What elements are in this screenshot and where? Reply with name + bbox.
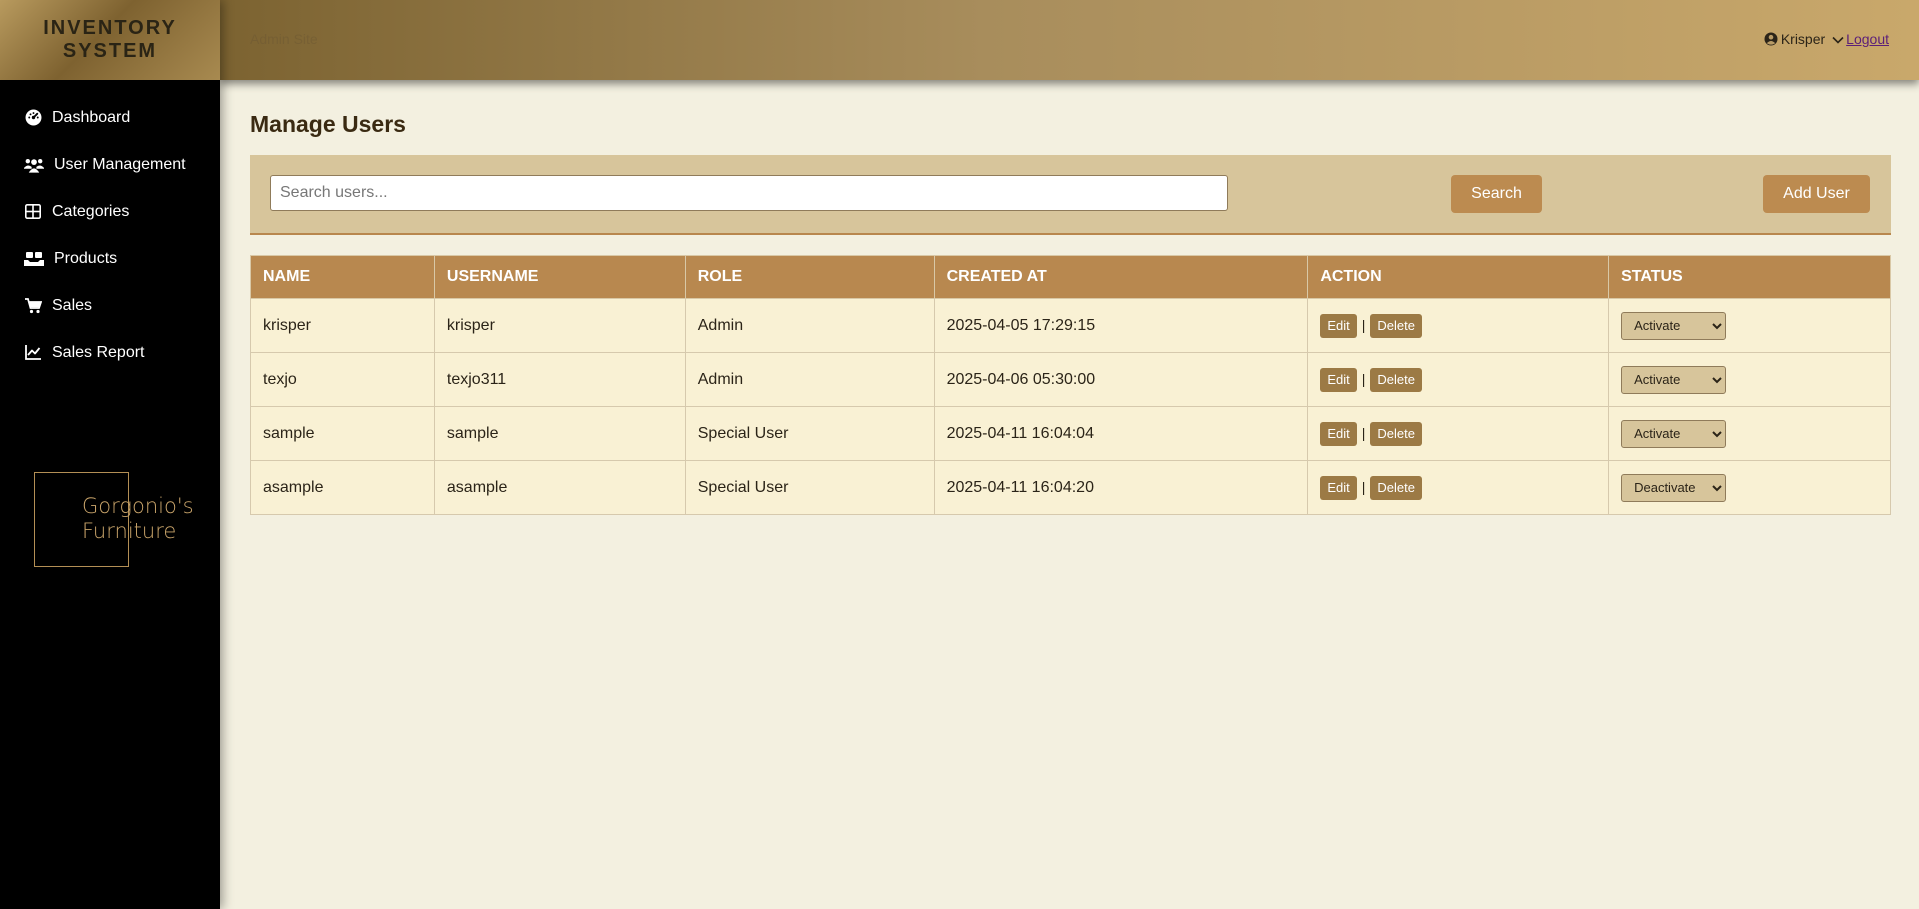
table-row: asample asample Special User 2025-04-11 … <box>250 460 1891 515</box>
site-subtitle: Admin Site <box>250 31 318 47</box>
cell-action: Edit | Delete <box>1307 352 1610 407</box>
cell-status: Activate <box>1608 406 1891 461</box>
cell-created-at: 2025-04-05 17:29:15 <box>933 298 1309 353</box>
cell-username: sample <box>433 406 686 461</box>
cell-role: Special User <box>684 406 935 461</box>
main-content: Manage Users Search Add User NAME USERNA… <box>250 80 1891 515</box>
edit-button[interactable]: Edit <box>1320 421 1357 446</box>
column-header-created-at: CREATED AT <box>933 255 1309 299</box>
add-user-button[interactable]: Add User <box>1763 175 1870 213</box>
edit-button[interactable]: Edit <box>1320 313 1357 338</box>
delete-button[interactable]: Delete <box>1370 313 1422 338</box>
sidebar-item-label: Dashboard <box>52 108 131 126</box>
delete-button[interactable]: Delete <box>1370 421 1422 446</box>
brand-line-2: SYSTEM <box>62 40 158 62</box>
sidebar-item-dashboard[interactable]: Dashboard <box>0 94 220 141</box>
boxes-icon <box>24 250 44 268</box>
status-select[interactable]: Activate <box>1621 365 1727 394</box>
status-select[interactable]: Activate <box>1621 311 1727 340</box>
cell-role: Admin <box>684 298 935 353</box>
sidebar-item-label: Sales <box>52 296 93 314</box>
cell-role: Special User <box>684 460 935 515</box>
cell-action: Edit | Delete <box>1307 406 1610 461</box>
grid-icon <box>24 203 42 221</box>
sidebar: INVENTORY SYSTEM Dashboard User Manageme… <box>0 0 220 909</box>
column-header-name: NAME <box>250 255 435 299</box>
sidebar-item-sales[interactable]: Sales <box>0 282 220 329</box>
table-row: texjo texjo311 Admin 2025-04-06 05:30:00… <box>250 352 1891 407</box>
company-logo: Gorgonio's Furniture <box>82 494 194 544</box>
status-select[interactable]: Deactivate <box>1621 473 1727 502</box>
user-circle-icon <box>1764 32 1778 46</box>
column-header-role: ROLE <box>684 255 935 299</box>
cell-name: krisper <box>250 298 435 353</box>
cell-status: Activate <box>1608 298 1891 353</box>
users-icon <box>24 156 44 174</box>
cell-name: sample <box>250 406 435 461</box>
cart-icon <box>24 297 42 315</box>
action-separator: | <box>1361 317 1366 333</box>
page-title: Manage Users <box>250 111 406 137</box>
cell-username: texjo311 <box>433 352 686 407</box>
cell-created-at: 2025-04-11 16:04:20 <box>933 460 1309 515</box>
sidebar-nav: Dashboard User Management Categories Pro… <box>0 80 220 376</box>
brand-line-1: INVENTORY <box>43 17 177 39</box>
chevron-down-icon[interactable] <box>1832 33 1844 45</box>
delete-button[interactable]: Delete <box>1370 367 1422 392</box>
logo-line-1: Gorgonio's <box>82 494 194 518</box>
action-separator: | <box>1361 371 1366 387</box>
cell-action: Edit | Delete <box>1307 460 1610 515</box>
sidebar-item-label: Categories <box>52 202 130 220</box>
cell-name: texjo <box>250 352 435 407</box>
cell-username: krisper <box>433 298 686 353</box>
sidebar-item-label: Sales Report <box>52 343 145 361</box>
table-row: krisper krisper Admin 2025-04-05 17:29:1… <box>250 298 1891 353</box>
action-separator: | <box>1361 425 1366 441</box>
sidebar-item-categories[interactable]: Categories <box>0 188 220 235</box>
edit-button[interactable]: Edit <box>1320 475 1357 500</box>
logout-link[interactable]: Logout <box>1846 31 1889 47</box>
search-button[interactable]: Search <box>1451 175 1542 213</box>
top-bar: Admin Site Krisper Logout <box>220 0 1919 80</box>
user-name[interactable]: Krisper <box>1781 31 1825 47</box>
gauge-icon <box>24 109 42 127</box>
edit-button[interactable]: Edit <box>1320 367 1357 392</box>
users-table: NAME USERNAME ROLE CREATED AT ACTION STA… <box>250 255 1891 515</box>
cell-username: asample <box>433 460 686 515</box>
search-input[interactable] <box>270 175 1228 211</box>
sidebar-item-label: Products <box>54 249 118 267</box>
column-header-action: ACTION <box>1307 255 1610 299</box>
status-select[interactable]: Activate <box>1621 419 1727 448</box>
cell-role: Admin <box>684 352 935 407</box>
cell-created-at: 2025-04-06 05:30:00 <box>933 352 1309 407</box>
logo-line-2: Furniture <box>82 519 177 543</box>
search-toolbar: Search Add User <box>250 155 1891 235</box>
chart-line-icon <box>24 344 42 362</box>
user-menu: Krisper Logout <box>1764 31 1889 47</box>
cell-name: asample <box>250 460 435 515</box>
sidebar-item-user-management[interactable]: User Management <box>0 141 220 188</box>
action-separator: | <box>1361 479 1366 495</box>
column-header-status: STATUS <box>1608 255 1891 299</box>
sidebar-item-sales-report[interactable]: Sales Report <box>0 329 220 376</box>
sidebar-item-label: User Management <box>54 155 186 173</box>
sidebar-item-products[interactable]: Products <box>0 235 220 282</box>
brand-title: INVENTORY SYSTEM <box>0 0 220 80</box>
cell-action: Edit | Delete <box>1307 298 1610 353</box>
table-row: sample sample Special User 2025-04-11 16… <box>250 406 1891 461</box>
delete-button[interactable]: Delete <box>1370 475 1422 500</box>
column-header-username: USERNAME <box>433 255 686 299</box>
table-header-row: NAME USERNAME ROLE CREATED AT ACTION STA… <box>250 255 1891 299</box>
cell-status: Deactivate <box>1608 460 1891 515</box>
cell-status: Activate <box>1608 352 1891 407</box>
cell-created-at: 2025-04-11 16:04:04 <box>933 406 1309 461</box>
